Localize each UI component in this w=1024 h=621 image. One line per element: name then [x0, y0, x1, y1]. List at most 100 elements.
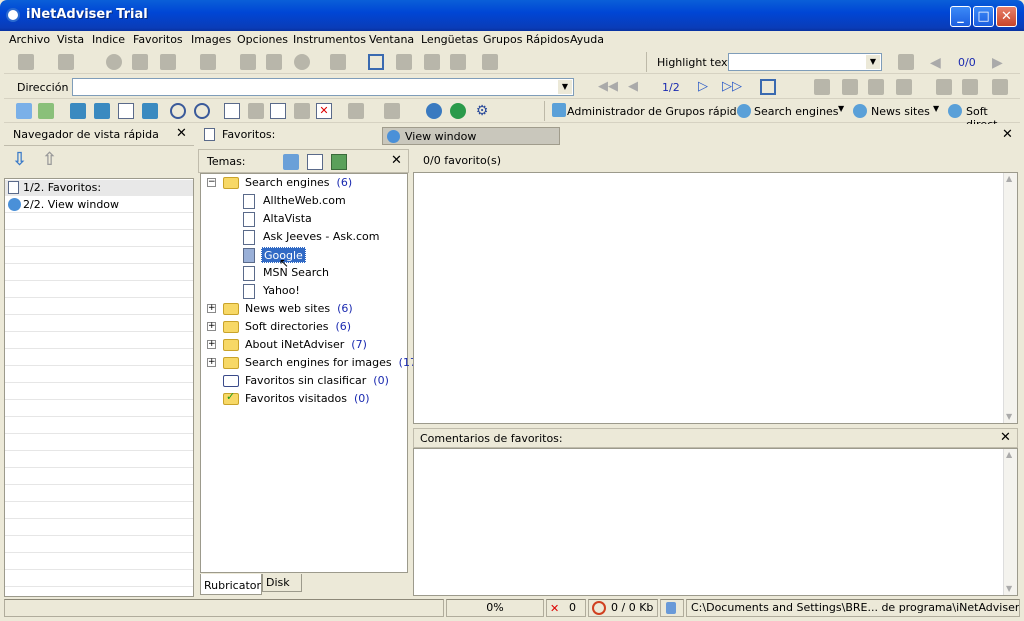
menu-opciones[interactable]: Opciones — [237, 33, 288, 46]
menu-grupos-rapidos[interactable]: Grupos Rápidos — [483, 33, 570, 46]
edit-icon[interactable] — [842, 79, 858, 95]
tree-node-search-engines[interactable]: Search engines (6) — [245, 175, 352, 191]
properties-icon[interactable] — [248, 103, 264, 119]
address-input[interactable]: ▼ — [72, 78, 574, 96]
import-icon[interactable] — [38, 103, 54, 119]
close-icon[interactable]: ✕ — [1002, 127, 1013, 142]
save-page-icon[interactable] — [814, 79, 830, 95]
groups-manager-button[interactable]: Administrador de Grupos rápidos — [567, 105, 749, 118]
tab-rubricator[interactable]: Rubricator — [200, 574, 262, 595]
update-icon[interactable] — [70, 103, 86, 119]
favorites-add-icon[interactable] — [16, 103, 32, 119]
highlight-combo[interactable]: ▼ — [728, 53, 882, 71]
menu-instrumentos[interactable]: Instrumentos — [293, 33, 366, 46]
history-icon[interactable] — [200, 54, 216, 70]
world-icon[interactable] — [450, 103, 466, 119]
menu-archivo[interactable]: Archivo — [9, 33, 50, 46]
sync-favorites-icon[interactable] — [94, 103, 110, 119]
stop-icon[interactable] — [106, 54, 122, 70]
sync-icon[interactable] — [240, 54, 256, 70]
menu-indice[interactable]: Indice — [92, 33, 125, 46]
menu-ventana[interactable]: Ventana — [369, 33, 414, 46]
layout-icon[interactable] — [396, 54, 412, 70]
delete-icon[interactable]: ✕ — [316, 103, 332, 119]
globe-icon[interactable] — [426, 103, 442, 119]
go-icon[interactable] — [760, 79, 776, 95]
tree-leaf[interactable]: MSN Search — [263, 265, 329, 281]
group-search-engines[interactable]: Search engines — [754, 105, 839, 118]
list-item[interactable]: 2/2. View window — [5, 197, 193, 213]
scrollbar[interactable]: ▲ ▼ — [1003, 173, 1017, 423]
clear-highlight-icon[interactable] — [898, 54, 914, 70]
close-icon[interactable]: ✕ — [176, 126, 187, 141]
search-icon[interactable] — [194, 103, 210, 119]
plugin-icon[interactable] — [482, 54, 498, 70]
prev-page-icon[interactable]: ◀ — [628, 79, 638, 94]
maximize-view-icon[interactable] — [368, 54, 384, 70]
image-topic-icon[interactable] — [331, 154, 347, 170]
settings-icon[interactable]: ⚙ — [474, 103, 490, 119]
scroll-down-icon[interactable]: ▼ — [1006, 412, 1012, 421]
check-links-icon[interactable] — [348, 103, 364, 119]
arrow-down-icon[interactable]: ⇩ — [12, 149, 27, 170]
copy-icon[interactable] — [868, 79, 884, 95]
image-icon[interactable] — [266, 54, 282, 70]
list-item[interactable]: 1/2. Favoritos: — [5, 180, 193, 196]
menu-lenguetas[interactable]: Lengüetas — [421, 33, 478, 46]
tools-icon[interactable] — [424, 54, 440, 70]
tree-node-soft-directories[interactable]: Soft directories (6) — [245, 319, 351, 335]
collapse-icon[interactable]: − — [207, 178, 216, 187]
scrollbar[interactable]: ▲ ▼ — [1003, 449, 1017, 595]
expand-icon[interactable]: + — [207, 340, 216, 349]
tree-node-news[interactable]: News web sites (6) — [245, 301, 353, 317]
tree-node-images[interactable]: Search engines for images (17) — [245, 355, 421, 371]
chevron-down-icon[interactable]: ▼ — [866, 55, 880, 69]
new-favorite-icon[interactable] — [224, 103, 240, 119]
find-icon[interactable] — [170, 103, 186, 119]
favorites-list[interactable]: ▲ ▼ — [413, 172, 1018, 424]
tree-node-about[interactable]: About iNetAdviser (7) — [245, 337, 367, 353]
windows-icon[interactable] — [330, 54, 346, 70]
expand-icon[interactable]: + — [207, 304, 216, 313]
copy-topics-icon[interactable] — [283, 154, 299, 170]
new-topic-icon[interactable] — [307, 154, 323, 170]
export-icon[interactable] — [450, 54, 466, 70]
print-icon[interactable] — [936, 79, 952, 95]
close-button[interactable]: ✕ — [996, 6, 1017, 27]
check-all-icon[interactable] — [384, 103, 400, 119]
scroll-down-icon[interactable]: ▼ — [1006, 584, 1012, 593]
comments-editor[interactable]: ▲ ▼ — [413, 448, 1018, 596]
menu-vista[interactable]: Vista — [57, 33, 84, 46]
first-page-icon[interactable]: ◀◀ — [598, 79, 618, 94]
refresh-favorites-icon[interactable] — [142, 103, 158, 119]
forward-icon[interactable] — [58, 54, 74, 70]
tree-node-unclassified[interactable]: Favoritos sin clasificar (0) — [245, 373, 389, 389]
video-icon[interactable] — [962, 79, 978, 95]
record-icon[interactable] — [294, 54, 310, 70]
paste-icon[interactable] — [896, 79, 912, 95]
expand-icon[interactable]: + — [207, 322, 216, 331]
close-icon[interactable]: ✕ — [1000, 430, 1011, 445]
new-document-icon[interactable] — [118, 103, 134, 119]
last-page-icon[interactable]: ▷▷ — [722, 79, 742, 94]
scroll-up-icon[interactable]: ▲ — [1006, 174, 1012, 183]
tree-leaf[interactable]: AltaVista — [263, 211, 312, 227]
menu-ayuda[interactable]: Ayuda — [570, 33, 604, 46]
tree-node-visited[interactable]: Favoritos visitados (0) — [245, 391, 370, 407]
move-icon[interactable] — [294, 103, 310, 119]
prev-match-icon[interactable]: ◀ — [930, 55, 941, 71]
group-dropdown-icon[interactable]: ▼ — [838, 104, 844, 113]
edit-favorite-icon[interactable] — [270, 103, 286, 119]
back-icon[interactable] — [18, 54, 34, 70]
scroll-up-icon[interactable]: ▲ — [1006, 450, 1012, 459]
next-match-icon[interactable]: ▶ — [992, 55, 1003, 71]
next-page-icon[interactable]: ▷ — [698, 79, 708, 94]
tab-disk[interactable]: Disk — [262, 574, 302, 592]
tree-leaf[interactable]: AlltheWeb.com — [263, 193, 346, 209]
menu-favoritos[interactable]: Favoritos — [133, 33, 183, 46]
minimize-button[interactable]: _ — [950, 6, 971, 27]
expand-icon[interactable]: + — [207, 358, 216, 367]
tab-view-window[interactable]: View window — [382, 127, 560, 145]
view-icon[interactable] — [992, 79, 1008, 95]
group-news-sites[interactable]: News sites — [871, 105, 930, 118]
